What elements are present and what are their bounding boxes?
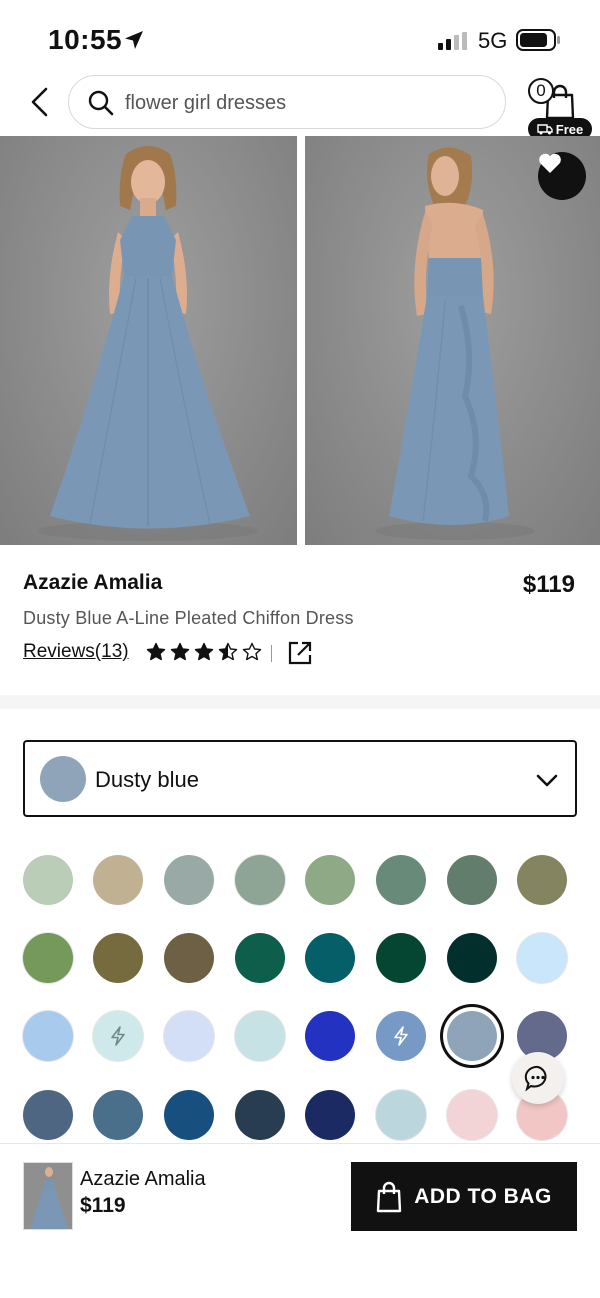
color-swatch[interactable]	[305, 855, 355, 905]
star-full-icon	[194, 642, 214, 661]
color-swatch[interactable]	[305, 933, 355, 983]
color-swatch[interactable]	[93, 933, 143, 983]
color-swatch[interactable]	[376, 1090, 426, 1140]
chat-bubble-icon	[524, 1065, 547, 1092]
color-swatch[interactable]	[23, 1090, 73, 1140]
color-swatch[interactable]	[164, 1011, 214, 1061]
free-shipping-label: Free	[555, 121, 584, 137]
reviews-link[interactable]: Reviews(13)	[23, 641, 129, 663]
network-label: 5G	[478, 28, 508, 53]
color-swatch[interactable]	[517, 855, 567, 905]
search-bar[interactable]	[68, 75, 506, 129]
color-swatch[interactable]	[164, 1090, 214, 1140]
status-time: 10:55	[48, 24, 123, 55]
color-swatch[interactable]	[305, 1011, 355, 1061]
star-full-icon	[146, 642, 166, 661]
cart-button[interactable]: 0 Free	[524, 74, 594, 140]
search-icon	[88, 90, 114, 116]
bottom-product-price: $119	[80, 1194, 126, 1217]
product-photo-back[interactable]	[305, 136, 600, 545]
back-button[interactable]	[22, 82, 58, 122]
star-half-icon	[218, 642, 238, 661]
color-swatch[interactable]	[517, 933, 567, 983]
product-gallery[interactable]	[0, 136, 600, 545]
lightning-icon	[394, 1026, 408, 1046]
color-swatch[interactable]	[164, 855, 214, 905]
color-swatch[interactable]	[93, 1090, 143, 1140]
chat-button[interactable]	[512, 1052, 564, 1104]
color-swatch[interactable]	[376, 933, 426, 983]
color-swatch[interactable]	[376, 1011, 426, 1061]
product-price: $119	[522, 571, 575, 598]
delivery-truck-icon	[537, 124, 553, 135]
product-description: Dusty Blue A-Line Pleated Chiffon Dress	[23, 608, 354, 628]
lightning-icon	[111, 1026, 125, 1046]
signal-icon	[438, 32, 467, 50]
add-to-bag-label: ADD TO BAG	[414, 1184, 552, 1208]
star-full-icon	[170, 642, 190, 661]
status-bar: 10:55 5G	[0, 0, 600, 70]
color-swatch[interactable]	[235, 933, 285, 983]
color-swatch[interactable]	[235, 855, 285, 905]
search-input[interactable]	[125, 86, 485, 120]
bottom-product-name: Azazie Amalia	[80, 1168, 206, 1190]
battery-icon	[516, 29, 560, 51]
chevron-left-icon	[31, 87, 48, 117]
color-swatch[interactable]	[164, 933, 214, 983]
rating-stars	[146, 642, 262, 662]
color-swatch[interactable]	[376, 855, 426, 905]
color-swatch[interactable]	[235, 1011, 285, 1061]
color-swatch[interactable]	[23, 933, 73, 983]
star-empty-icon	[242, 642, 262, 661]
selected-color-swatch	[40, 756, 86, 802]
product-photo-front[interactable]	[0, 136, 297, 545]
color-swatch[interactable]	[305, 1090, 355, 1140]
location-arrow-icon	[125, 31, 143, 49]
color-swatch-grid	[0, 853, 600, 1149]
color-swatch[interactable]	[23, 1011, 73, 1061]
product-name: Azazie Amalia	[23, 571, 163, 594]
bottom-action-bar: Azazie Amalia $119 ADD TO BAG	[0, 1143, 600, 1298]
divider	[271, 645, 272, 662]
color-swatch[interactable]	[93, 855, 143, 905]
product-thumbnail	[23, 1162, 73, 1230]
color-dropdown[interactable]: Dusty blue	[23, 740, 577, 817]
header: 0 Free	[0, 70, 600, 140]
share-icon[interactable]	[287, 640, 313, 666]
selected-color-label: Dusty blue	[95, 767, 199, 792]
heart-icon	[539, 153, 561, 173]
color-swatch[interactable]	[447, 933, 497, 983]
add-to-bag-button[interactable]: ADD TO BAG	[351, 1162, 577, 1231]
dress-front-illustration	[38, 146, 258, 541]
color-swatch[interactable]	[23, 855, 73, 905]
shopping-bag-icon	[376, 1181, 402, 1212]
section-divider	[0, 695, 600, 709]
chevron-down-icon	[536, 774, 558, 787]
product-info: Azazie Amalia $119 Dusty Blue A-Line Ple…	[0, 545, 600, 695]
color-swatch[interactable]	[235, 1090, 285, 1140]
color-swatch-selected[interactable]	[447, 1011, 497, 1061]
color-swatch[interactable]	[447, 855, 497, 905]
color-swatch[interactable]	[447, 1090, 497, 1140]
cart-count-badge: 0	[528, 78, 554, 104]
color-swatch[interactable]	[93, 1011, 143, 1061]
wishlist-button[interactable]	[538, 152, 586, 200]
